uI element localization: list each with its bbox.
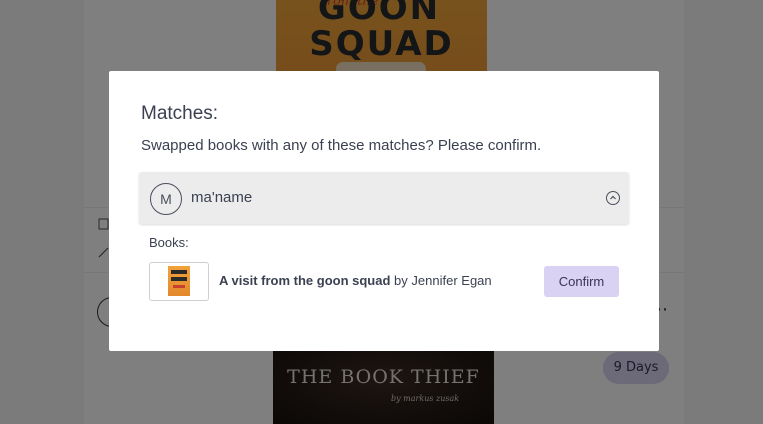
modal-title: Matches: xyxy=(141,103,219,124)
book-thumbnail xyxy=(149,262,209,301)
confirm-button[interactable]: Confirm xyxy=(544,266,619,297)
match-name: ma'name xyxy=(191,189,253,206)
book-author: Jennifer Egan xyxy=(411,273,492,288)
book-by: by xyxy=(394,273,408,288)
match-accordion-header[interactable]: M ma'name xyxy=(139,172,629,224)
match-avatar: M xyxy=(150,183,182,215)
chevron-up-icon[interactable] xyxy=(606,191,620,205)
books-label: Books: xyxy=(149,235,189,250)
book-title: A visit from the goon squad xyxy=(219,273,391,288)
book-entry: A visit from the goon squad by Jennifer … xyxy=(219,273,492,288)
book-thumbnail-cover xyxy=(168,266,190,296)
modal-subtitle: Swapped books with any of these matches?… xyxy=(141,137,542,154)
matches-modal: Matches: Swapped books with any of these… xyxy=(109,71,659,351)
